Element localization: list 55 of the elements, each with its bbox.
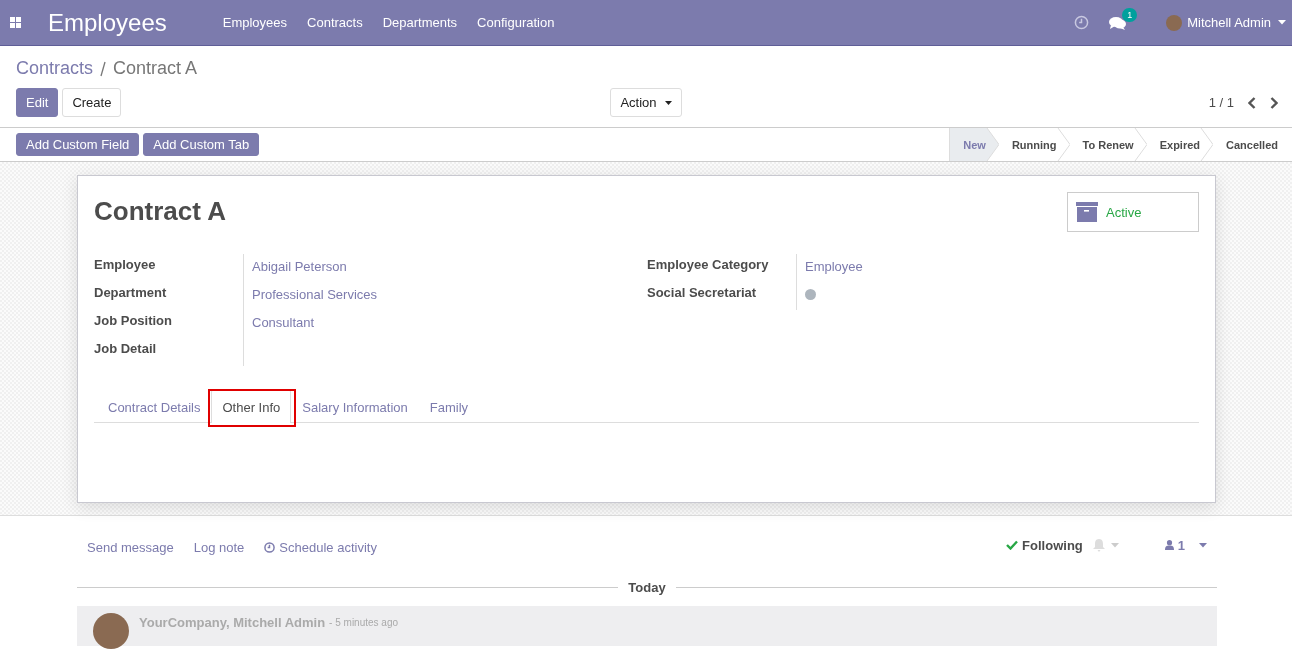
bell-icon — [1092, 538, 1105, 552]
user-icon — [1164, 540, 1174, 550]
field-link[interactable]: Abigail Peterson — [252, 259, 347, 274]
archive-box-icon — [1076, 202, 1098, 222]
caret-icon — [1110, 542, 1119, 548]
pager-counter: 1 / 1 — [1208, 95, 1234, 110]
followers-button[interactable]: 1 — [1164, 537, 1185, 553]
create-button[interactable]: Create — [62, 88, 122, 117]
edit-button[interactable]: Edit — [16, 88, 59, 117]
notebook-tab[interactable]: Salary Information — [291, 389, 419, 423]
caret-icon — [1278, 20, 1286, 25]
chatter-action-link[interactable]: Send message — [87, 539, 174, 555]
user-avatar — [93, 613, 129, 649]
field-label: Employee Category — [647, 254, 797, 282]
field-label: Employee — [94, 254, 244, 282]
chatter-action-link[interactable]: Schedule activity — [264, 539, 377, 555]
field-label: Social Secretariat — [647, 282, 797, 310]
chat-icon[interactable] — [1109, 15, 1127, 30]
notification-badge: 1 — [1122, 7, 1138, 22]
menu-item[interactable]: Departments — [382, 15, 458, 30]
action-dropdown[interactable]: Action — [610, 88, 682, 117]
caret-icon — [664, 100, 672, 105]
following-button[interactable]: Following — [1006, 537, 1083, 553]
field-link[interactable]: Professional Services — [252, 287, 377, 302]
date-divider-label: Today — [628, 579, 666, 595]
notebook-tab[interactable]: Family — [418, 389, 480, 423]
chevron-right-icon[interactable] — [1270, 96, 1278, 109]
custom-button[interactable]: Add Custom Tab — [143, 133, 260, 156]
field-label: Job Position — [94, 310, 244, 338]
clock-icon — [264, 541, 276, 553]
field-link[interactable]: Employee — [805, 259, 863, 274]
chatter-action-link[interactable]: Log note — [193, 539, 245, 555]
menu-item[interactable]: Configuration — [477, 15, 555, 30]
check-icon — [1006, 540, 1019, 550]
caret-icon — [1199, 542, 1207, 548]
slash-icon — [99, 59, 108, 79]
notebook-tab[interactable]: Contract Details — [97, 389, 212, 423]
message-author: YourCompany, Mitchell Admin — [139, 615, 326, 630]
field-label: Job Detail — [94, 338, 244, 366]
chevron-left-icon[interactable] — [1248, 96, 1256, 109]
menu-item[interactable]: Employees — [222, 15, 288, 30]
active-toggle-button[interactable]: Active — [1067, 192, 1199, 232]
apps-grid-icon — [10, 16, 22, 29]
user-avatar — [1166, 14, 1183, 31]
breadcrumb-link[interactable]: Contracts — [16, 58, 94, 79]
custom-button[interactable]: Add Custom Field — [16, 133, 140, 156]
field-label: Department — [94, 282, 244, 310]
message-time: - 5 minutes ago — [329, 617, 399, 628]
breadcrumb-current: Contract A — [113, 58, 198, 79]
field-link[interactable]: Consultant — [252, 315, 315, 330]
menu-item[interactable]: Contracts — [307, 15, 363, 30]
status-dot — [805, 289, 816, 300]
record-title: Contract A — [94, 196, 226, 227]
user-menu[interactable]: Mitchell Admin — [1187, 15, 1271, 30]
app-title: Employees — [48, 8, 167, 37]
